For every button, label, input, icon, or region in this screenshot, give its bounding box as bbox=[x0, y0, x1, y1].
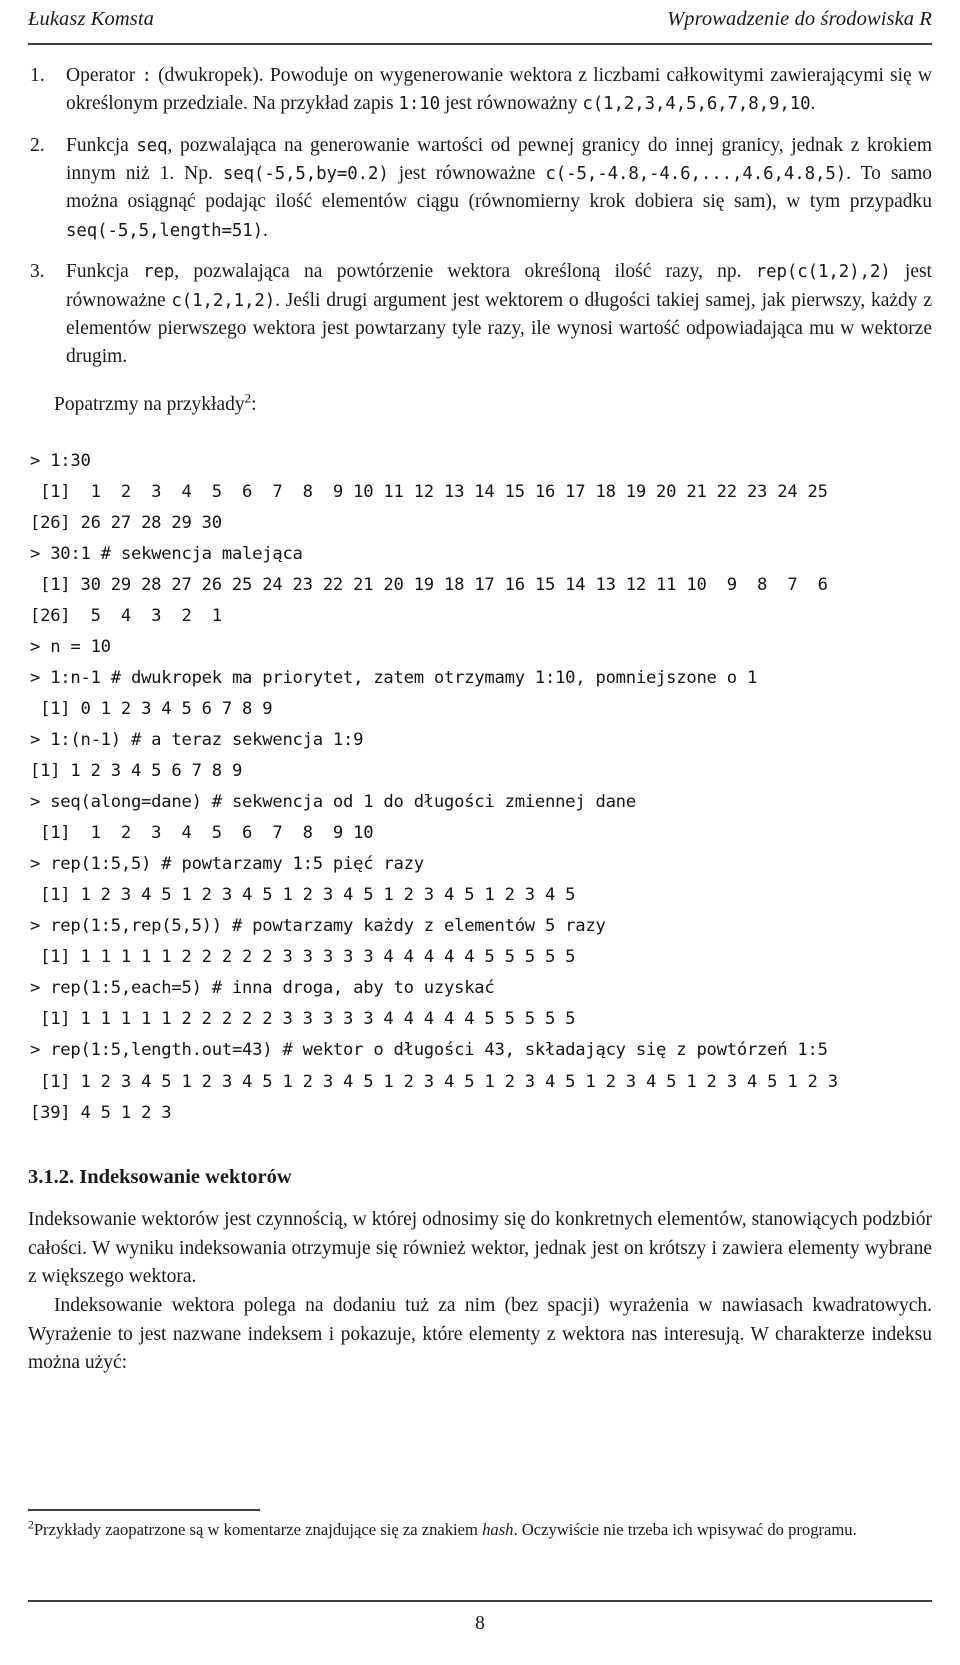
running-header: Łukasz Komsta Wprowadzenie do środowiska… bbox=[28, 8, 932, 31]
console-line: [39] 4 5 1 2 3 bbox=[30, 1102, 172, 1123]
header-author: Łukasz Komsta bbox=[28, 8, 155, 30]
header-rule bbox=[28, 43, 932, 45]
list-item-marker: 1. bbox=[30, 65, 45, 86]
console-line: [1] 1 2 3 4 5 1 2 3 4 5 1 2 3 4 5 1 2 3 … bbox=[30, 1071, 838, 1092]
console-line: > seq(along=dane) # sekwencja od 1 do dł… bbox=[30, 792, 636, 813]
console-line: [1] 30 29 28 27 26 25 24 23 22 21 20 19 … bbox=[30, 574, 828, 595]
inline-code: rep(c(1,2),2) bbox=[755, 262, 891, 283]
console-line: [1] 1 2 3 4 5 6 7 8 9 bbox=[30, 761, 243, 782]
inline-code: seq(-5,5,by=0.2) bbox=[222, 164, 389, 185]
subsection-heading: 3.1.2. Indeksowanie wektorów bbox=[28, 1165, 292, 1188]
console-line: > rep(1:5,length.out=43) # wektor o dług… bbox=[30, 1040, 828, 1061]
inline-code: c(1,2,1,2) bbox=[171, 290, 276, 311]
inline-text: jest równoważny bbox=[439, 93, 583, 115]
list-item: 2. Funkcja seq, pozwalająca na generowan… bbox=[28, 132, 932, 245]
list-item: 1. Operator : (dwukropek). Powoduje on w… bbox=[28, 62, 932, 119]
inline-code: seq(-5,5,length=51) bbox=[66, 220, 264, 241]
footnote-emphasis: hash bbox=[482, 1520, 514, 1539]
console-line: [1] 0 1 2 3 4 5 6 7 8 9 bbox=[30, 698, 273, 719]
console-line: [1] 1 2 3 4 5 1 2 3 4 5 1 2 3 4 5 1 2 3 … bbox=[30, 885, 576, 906]
examples-lead-suffix: : bbox=[251, 393, 257, 415]
inline-text: . bbox=[810, 93, 816, 115]
inline-code: 1:10 bbox=[398, 94, 440, 115]
list-item-text: Funkcja rep, pozwalająca na powtórzenie … bbox=[66, 261, 932, 367]
inline-code: seq bbox=[136, 135, 168, 156]
inline-code: : bbox=[141, 66, 152, 86]
footnote: 2Przykłady zaopatrzone są w komentarze z… bbox=[28, 1518, 932, 1542]
list-item-text: Operator : (dwukropek). Powoduje on wyge… bbox=[66, 65, 932, 114]
inline-code: c(1,2,3,4,5,6,7,8,9,10 bbox=[582, 94, 811, 115]
numbered-list: 1. Operator : (dwukropek). Powoduje on w… bbox=[28, 62, 932, 372]
console-output-block: > 1:30 [1] 1 2 3 4 5 6 7 8 9 10 11 12 13… bbox=[28, 446, 932, 1129]
console-line: [1] 1 2 3 4 5 6 7 8 9 10 bbox=[30, 823, 374, 844]
list-item-marker: 2. bbox=[30, 134, 45, 156]
page-number: 8 bbox=[475, 1613, 485, 1634]
inline-text: , pozwalająca na powtórzenie wektora okr… bbox=[174, 261, 756, 283]
inline-text: Funkcja bbox=[66, 261, 144, 283]
document-page: Łukasz Komsta Wprowadzenie do środowiska… bbox=[0, 0, 960, 1665]
inline-text: . bbox=[263, 219, 268, 241]
list-item-text: Funkcja seq, pozwalająca na generowanie … bbox=[66, 135, 932, 241]
inline-text: Operator bbox=[66, 65, 142, 86]
inline-text: Funkcja bbox=[66, 134, 137, 156]
inline-code: c(-5,-4.8,-4.6,...,4.6,4.8,5) bbox=[545, 164, 847, 185]
list-item-marker: 3. bbox=[30, 261, 45, 283]
paragraph: Indeksowanie wektora polega na dodaniu t… bbox=[28, 1295, 932, 1374]
console-line: > rep(1:5,rep(5,5)) # powtarzamy każdy z… bbox=[30, 916, 606, 937]
console-line: > 1:30 bbox=[30, 450, 91, 471]
console-line: > rep(1:5,each=5) # inna droga, aby to u… bbox=[30, 978, 495, 999]
inline-text: jest równoważne bbox=[388, 163, 546, 185]
footnote-text-after: . Oczywiście nie trzeba ich wpisywać do … bbox=[513, 1520, 857, 1539]
console-line: [26] 5 4 3 2 1 bbox=[30, 605, 222, 626]
console-line: > 30:1 # sekwencja malejąca bbox=[30, 543, 303, 564]
subsection-body: Indeksowanie wektorów jest czynnością, w… bbox=[28, 1206, 932, 1377]
inline-code: rep bbox=[143, 262, 175, 283]
footer-rule bbox=[28, 1600, 932, 1602]
console-line: > rep(1:5,5) # powtarzamy 1:5 pięć razy bbox=[30, 854, 424, 875]
page-content: 1. Operator : (dwukropek). Powoduje on w… bbox=[28, 62, 932, 1377]
console-line: > 1:n-1 # dwukropek ma priorytet, zatem … bbox=[30, 667, 758, 688]
header-title: Wprowadzenie do środowiska R bbox=[667, 8, 932, 30]
console-line: > 1:(n-1) # a teraz sekwencja 1:9 bbox=[30, 730, 364, 751]
footnote-text-before: Przykłady zaopatrzone są w komentarze zn… bbox=[33, 1520, 483, 1539]
footnote-rule bbox=[28, 1509, 260, 1511]
examples-lead: Popatrzmy na przykłady2: bbox=[28, 392, 932, 416]
paragraph: Indeksowanie wektorów jest czynnością, w… bbox=[28, 1209, 932, 1287]
list-item: 3. Funkcja rep, pozwalająca na powtórzen… bbox=[28, 258, 932, 371]
console-line: [1] 1 1 1 1 1 2 2 2 2 2 3 3 3 3 3 4 4 4 … bbox=[30, 1009, 576, 1030]
console-line: [1] 1 2 3 4 5 6 7 8 9 10 11 12 13 14 15 … bbox=[30, 481, 828, 502]
console-line: [26] 26 27 28 29 30 bbox=[30, 512, 222, 533]
console-line: > n = 10 bbox=[30, 636, 111, 657]
examples-lead-text: Popatrzmy na przykłady bbox=[54, 393, 245, 415]
console-line: [1] 1 1 1 1 1 2 2 2 2 2 3 3 3 3 3 4 4 4 … bbox=[30, 947, 576, 968]
